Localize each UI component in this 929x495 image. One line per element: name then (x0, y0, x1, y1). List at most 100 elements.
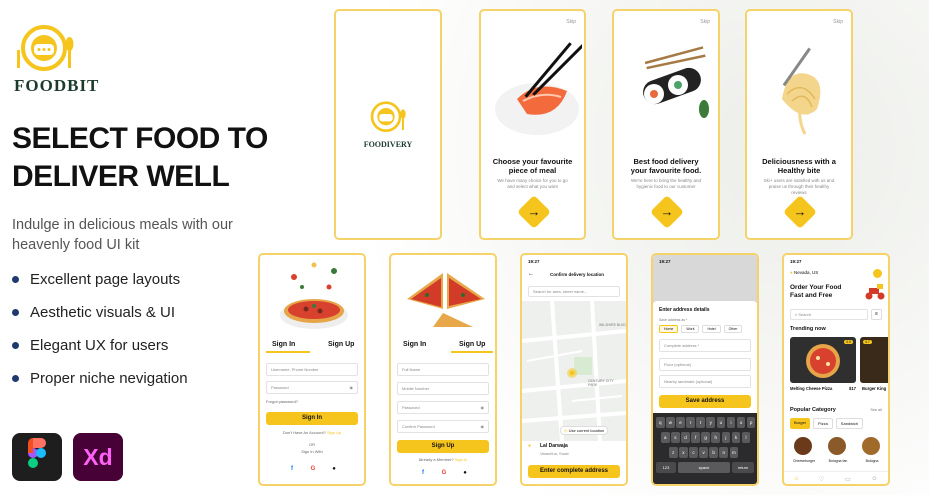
map-view[interactable] (522, 301, 626, 441)
chip-work[interactable]: Work (681, 325, 700, 333)
fullname-field[interactable]: Full Name (397, 363, 489, 376)
skip-button[interactable]: Skip (833, 19, 843, 25)
bullet-icon (12, 342, 19, 349)
key-g[interactable]: g (701, 432, 710, 443)
use-current-location-button[interactable]: ◎ Use current location (560, 426, 609, 435)
key-d[interactable]: d (681, 432, 690, 443)
location-search-input[interactable]: Search for area, street name... (528, 286, 620, 297)
key-n[interactable]: n (719, 447, 729, 458)
key-z[interactable]: z (669, 447, 678, 458)
chip-home[interactable]: Home (659, 325, 679, 333)
key-l[interactable]: l (741, 432, 751, 443)
key-j[interactable]: j (721, 432, 731, 443)
username-field[interactable]: Username, Phone Number (266, 363, 358, 376)
tab-signin[interactable]: Sign In (403, 341, 426, 348)
mobile-field[interactable]: Mobile Number (397, 382, 489, 395)
tab-signup[interactable]: Sign Up (459, 341, 485, 348)
bullet-icon (12, 276, 19, 283)
chip-burger[interactable]: Burger (790, 418, 811, 429)
signin-button[interactable]: Sign In (266, 412, 358, 425)
figma-icon (12, 433, 62, 481)
status-time: 19:27 (528, 259, 540, 264)
key-o[interactable]: o (736, 417, 746, 428)
key-x[interactable]: x (679, 447, 688, 458)
see-all-link[interactable]: See all (870, 408, 882, 412)
key-c[interactable]: c (689, 447, 698, 458)
key-k[interactable]: k (731, 432, 741, 443)
key-q[interactable]: q (656, 417, 665, 428)
key-123[interactable]: 123 (656, 462, 676, 473)
subtitle-line-1: Indulge in delicious meals with our (12, 217, 233, 233)
key-s[interactable]: s (671, 432, 680, 443)
avatar[interactable] (873, 269, 882, 278)
save-address-button[interactable]: Save address (659, 395, 751, 408)
section-title-trending: Trending now (790, 326, 826, 332)
apple-icon[interactable]: ● (330, 465, 338, 473)
key-w[interactable]: w (666, 417, 675, 428)
signup-button[interactable]: Sign Up (397, 440, 489, 453)
location-selector[interactable]: ● Nevada, US (790, 270, 818, 275)
eye-icon: ◉ (480, 424, 485, 429)
skip-button[interactable]: Skip (566, 19, 576, 25)
complete-address-field[interactable]: Complete address * (659, 339, 751, 352)
user-icon[interactable]: ☺ (871, 476, 877, 482)
chip-other[interactable]: Other (723, 325, 743, 333)
tab-signin[interactable]: Sign In (272, 341, 295, 348)
page-title: Confirm delivery location (550, 272, 605, 277)
key-f[interactable]: f (691, 432, 700, 443)
bottom-nav: ⌂ ♡ ▭ ☺ (784, 471, 888, 484)
key-space[interactable]: space (678, 462, 730, 473)
google-icon[interactable]: G (440, 469, 448, 477)
key-p[interactable]: p (746, 417, 756, 428)
key-t[interactable]: t (696, 417, 705, 428)
enter-address-button[interactable]: Enter complete address (528, 465, 620, 478)
chip-sandwich[interactable]: Sandwich (835, 418, 864, 429)
address-type-chips: Home Work Hotel Other (659, 325, 743, 333)
confirm-password-field[interactable]: Confirm Password ◉ (397, 420, 489, 433)
password-field[interactable]: Password ◉ (397, 401, 489, 414)
key-m[interactable]: m (729, 447, 739, 458)
sushi-roll-image (643, 46, 709, 118)
filter-icon[interactable]: ≡ (871, 309, 882, 320)
key-u[interactable]: u (716, 417, 726, 428)
food-thumb[interactable] (862, 437, 880, 455)
signup-link[interactable]: Sign Up (327, 430, 341, 435)
back-icon[interactable]: ← (528, 271, 534, 277)
food-thumb[interactable] (828, 437, 846, 455)
forgot-password-link[interactable]: Forgot password? (266, 399, 298, 404)
key-e[interactable]: e (676, 417, 685, 428)
key-i[interactable]: i (726, 417, 736, 428)
key-v[interactable]: v (699, 447, 708, 458)
sushi-image (495, 42, 582, 135)
food-card[interactable]: 4.9 (790, 337, 856, 383)
apple-icon[interactable]: ● (461, 469, 469, 477)
key-b[interactable]: b (709, 447, 718, 458)
food-thumb[interactable] (794, 437, 812, 455)
key-r[interactable]: r (686, 417, 695, 428)
facebook-icon[interactable]: f (419, 469, 427, 477)
key-a[interactable]: a (661, 432, 670, 443)
key-y[interactable]: y (706, 417, 716, 428)
cart-icon[interactable]: ▭ (845, 476, 851, 483)
password-field[interactable]: Password ◉ (266, 381, 358, 394)
google-icon[interactable]: G (309, 465, 317, 473)
signin-link[interactable]: Sign In (455, 457, 467, 462)
chip-pizza[interactable]: Pizza (813, 418, 833, 429)
arrow-right-icon: → (660, 204, 674, 219)
heart-icon[interactable]: ♡ (819, 476, 824, 483)
signin-prompt: Already a Member? Sign In (418, 457, 468, 462)
onboarding-screen-2: Skip Best food delivery your favourite fo… (612, 9, 720, 240)
skip-button[interactable]: Skip (700, 19, 710, 25)
food-card[interactable]: 4.7 (860, 337, 888, 383)
tab-signup[interactable]: Sign Up (328, 341, 354, 348)
landmark-field[interactable]: Nearby landmark (optional) (659, 375, 751, 388)
key-h[interactable]: h (711, 432, 721, 443)
location-screen: 19:27 ← Confirm delivery location Search… (520, 253, 628, 486)
floor-field[interactable]: Floor (optional) (659, 358, 751, 371)
chip-hotel[interactable]: Hotel (702, 325, 721, 333)
home-icon[interactable]: ⌂ (794, 476, 798, 482)
search-input[interactable]: ⌕ Search (790, 309, 868, 320)
facebook-icon[interactable]: f (288, 465, 296, 473)
key-return[interactable]: return (732, 462, 754, 473)
feature-item: Excellent page layouts (12, 271, 180, 288)
